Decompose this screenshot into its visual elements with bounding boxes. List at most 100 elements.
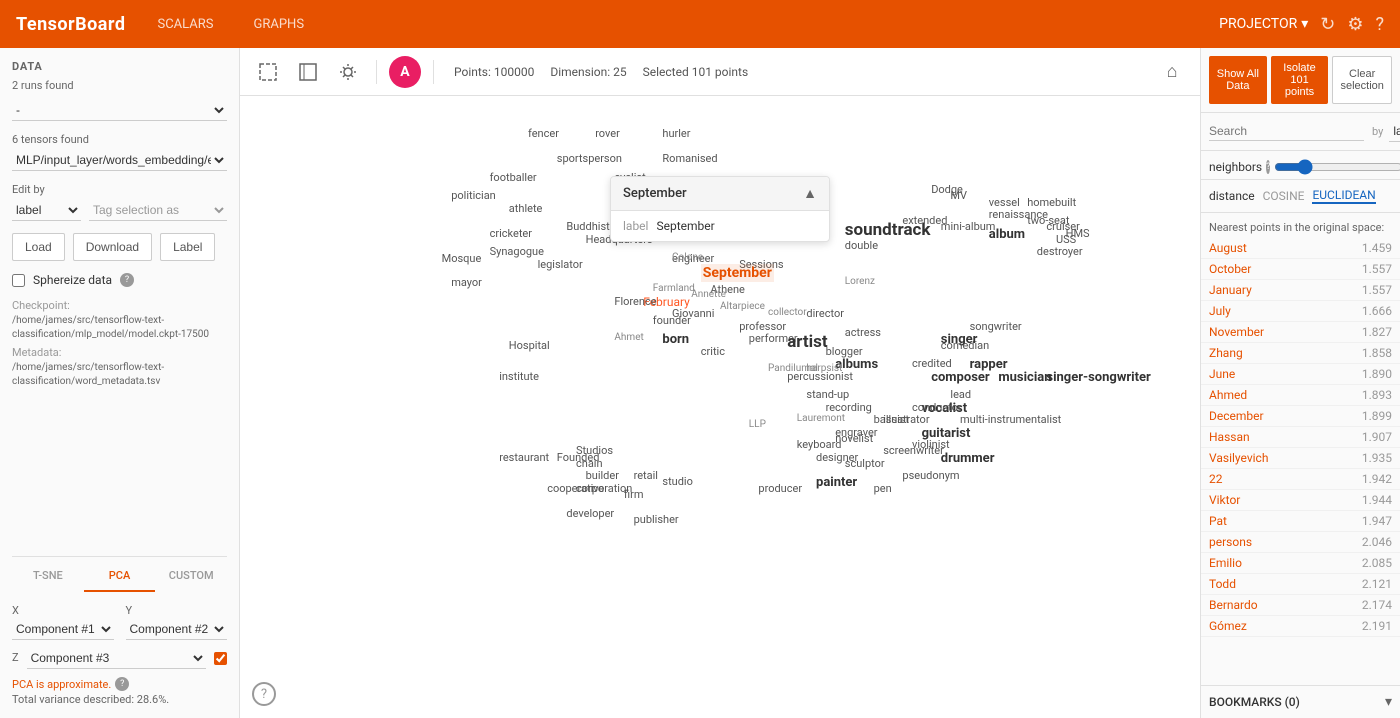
word-item[interactable]: harpsist [806, 363, 842, 374]
word-item[interactable]: pseudonym [902, 469, 959, 482]
word-item[interactable]: fencer [528, 127, 559, 140]
projector-dropdown[interactable]: PROJECTOR ▾ [1219, 16, 1308, 32]
home-icon[interactable]: ⌂ [1156, 56, 1188, 88]
word-item[interactable]: bassist [874, 413, 909, 426]
run-select[interactable]: - [12, 100, 227, 121]
word-item[interactable]: Hospital [509, 339, 550, 352]
word-item[interactable]: institute [499, 370, 539, 383]
brightness-icon[interactable] [332, 56, 364, 88]
nearest-list-item[interactable]: November1.827 [1201, 322, 1400, 343]
word-item[interactable]: composer [931, 370, 989, 385]
nearest-list-item[interactable]: Pat1.947 [1201, 511, 1400, 532]
pca-approx-help-icon[interactable]: ? [115, 677, 129, 691]
nearest-list-item[interactable]: Ahmed1.893 [1201, 385, 1400, 406]
nearest-list-item[interactable]: July1.666 [1201, 301, 1400, 322]
z-component-select[interactable]: Component #3 [27, 648, 206, 669]
select-box-icon[interactable] [252, 56, 284, 88]
word-item[interactable]: blogger [826, 345, 863, 358]
word-item[interactable]: LLP [749, 419, 766, 430]
word-item[interactable]: mayor [451, 276, 482, 289]
word-item[interactable]: destroyer [1037, 245, 1083, 258]
settings-icon[interactable]: ⚙ [1347, 14, 1363, 35]
word-item[interactable]: legislator [538, 258, 583, 271]
scalars-link[interactable]: SCALARS [150, 13, 222, 36]
search-input[interactable] [1209, 122, 1364, 141]
word-item[interactable]: comedian [941, 339, 989, 352]
popup-chevron-icon[interactable]: ▲ [803, 185, 817, 202]
bookmarks-chevron-icon[interactable]: ▾ [1385, 694, 1392, 710]
word-item[interactable]: Altarpiece [720, 301, 765, 312]
word-item[interactable]: double [845, 239, 878, 252]
label-button[interactable]: Label [160, 233, 215, 261]
edit-by-select[interactable]: label [12, 200, 81, 221]
word-item[interactable]: album [989, 227, 1025, 242]
label-select[interactable]: label [1389, 121, 1400, 142]
word-item[interactable]: designer [816, 451, 858, 464]
word-item[interactable]: developer [566, 507, 614, 520]
word-item[interactable]: credited [912, 357, 952, 370]
word-item[interactable]: producer [758, 482, 802, 495]
word-item[interactable]: Romanised [662, 152, 717, 165]
word-item[interactable]: Ahmet [614, 332, 643, 343]
word-item[interactable]: Buddhist [566, 220, 609, 233]
word-item[interactable]: pen [874, 482, 892, 495]
annotation-circle[interactable]: A [389, 56, 421, 88]
word-item[interactable]: Mosque [442, 252, 482, 265]
word-item[interactable]: mini-album [941, 220, 996, 233]
word-item[interactable]: director [806, 307, 844, 320]
word-item[interactable]: founder [653, 314, 691, 327]
word-item[interactable]: collector [768, 307, 807, 318]
word-item[interactable]: recording [826, 401, 872, 414]
y-component-select[interactable]: Component #2 [126, 619, 228, 640]
nearest-list-item[interactable]: August1.459 [1201, 238, 1400, 259]
refresh-icon[interactable]: ↻ [1320, 14, 1335, 35]
word-item[interactable]: painter [816, 475, 857, 490]
word-item[interactable]: actress [845, 326, 881, 339]
tag-selection-select[interactable]: Tag selection as [89, 200, 227, 221]
isolate-points-button[interactable]: Isolate 101 points [1271, 56, 1329, 104]
word-item[interactable]: rover [595, 127, 620, 140]
word-item[interactable]: conductor [912, 401, 962, 414]
word-item[interactable]: publisher [634, 513, 679, 526]
tensor-select[interactable]: MLP/input_layer/words_embedding/e [12, 150, 227, 171]
word-item[interactable]: Founded [557, 451, 600, 464]
tab-pca[interactable]: PCA [84, 557, 156, 592]
help-question-icon[interactable]: ? [252, 682, 276, 706]
cosine-option[interactable]: COSINE [1263, 189, 1305, 203]
word-item[interactable]: Synagogue [490, 245, 544, 258]
help-icon[interactable]: ? [1375, 14, 1384, 35]
euclidean-option[interactable]: EUCLIDEAN [1312, 188, 1375, 204]
word-item[interactable]: lead [950, 388, 971, 401]
word-item[interactable]: Farmland [653, 283, 695, 294]
word-item[interactable]: studio [662, 475, 693, 488]
word-item[interactable]: screenwriter [883, 444, 944, 457]
word-item[interactable]: sportsperson [557, 152, 622, 165]
nearest-list-item[interactable]: 221.942 [1201, 469, 1400, 490]
word-item[interactable]: builder [586, 469, 619, 482]
show-all-data-button[interactable]: Show All Data [1209, 56, 1267, 104]
word-item[interactable]: Colone [672, 252, 703, 263]
word-item[interactable]: retail [634, 469, 658, 482]
word-item[interactable]: restaurant [499, 451, 549, 464]
neighbors-slider[interactable] [1274, 159, 1400, 175]
nearest-list-item[interactable]: December1.899 [1201, 406, 1400, 427]
select-night-icon[interactable] [292, 56, 324, 88]
sphereize-help-icon[interactable]: ? [120, 273, 134, 287]
word-item[interactable]: Florence [614, 295, 656, 308]
sphereize-checkbox[interactable] [12, 274, 25, 287]
nearest-list-item[interactable]: Hassan1.907 [1201, 427, 1400, 448]
graphs-link[interactable]: GRAPHS [246, 13, 313, 36]
word-item[interactable]: critic [701, 345, 725, 358]
word-item[interactable]: cruiser [1046, 220, 1079, 233]
word-item[interactable]: politician [451, 189, 496, 202]
word-item[interactable]: engraver [835, 426, 877, 439]
load-button[interactable]: Load [12, 233, 65, 261]
word-item[interactable]: hurler [662, 127, 690, 140]
word-item[interactable]: firm [624, 488, 643, 501]
tab-custom[interactable]: CUSTOM [155, 557, 227, 592]
nearest-list-item[interactable]: October1.557 [1201, 259, 1400, 280]
nearest-list-item[interactable]: June1.890 [1201, 364, 1400, 385]
nearest-list-item[interactable]: Bernardo2.174 [1201, 595, 1400, 616]
nearest-list-item[interactable]: Emilio2.085 [1201, 553, 1400, 574]
neighbors-help-icon[interactable]: ? [1266, 160, 1270, 174]
